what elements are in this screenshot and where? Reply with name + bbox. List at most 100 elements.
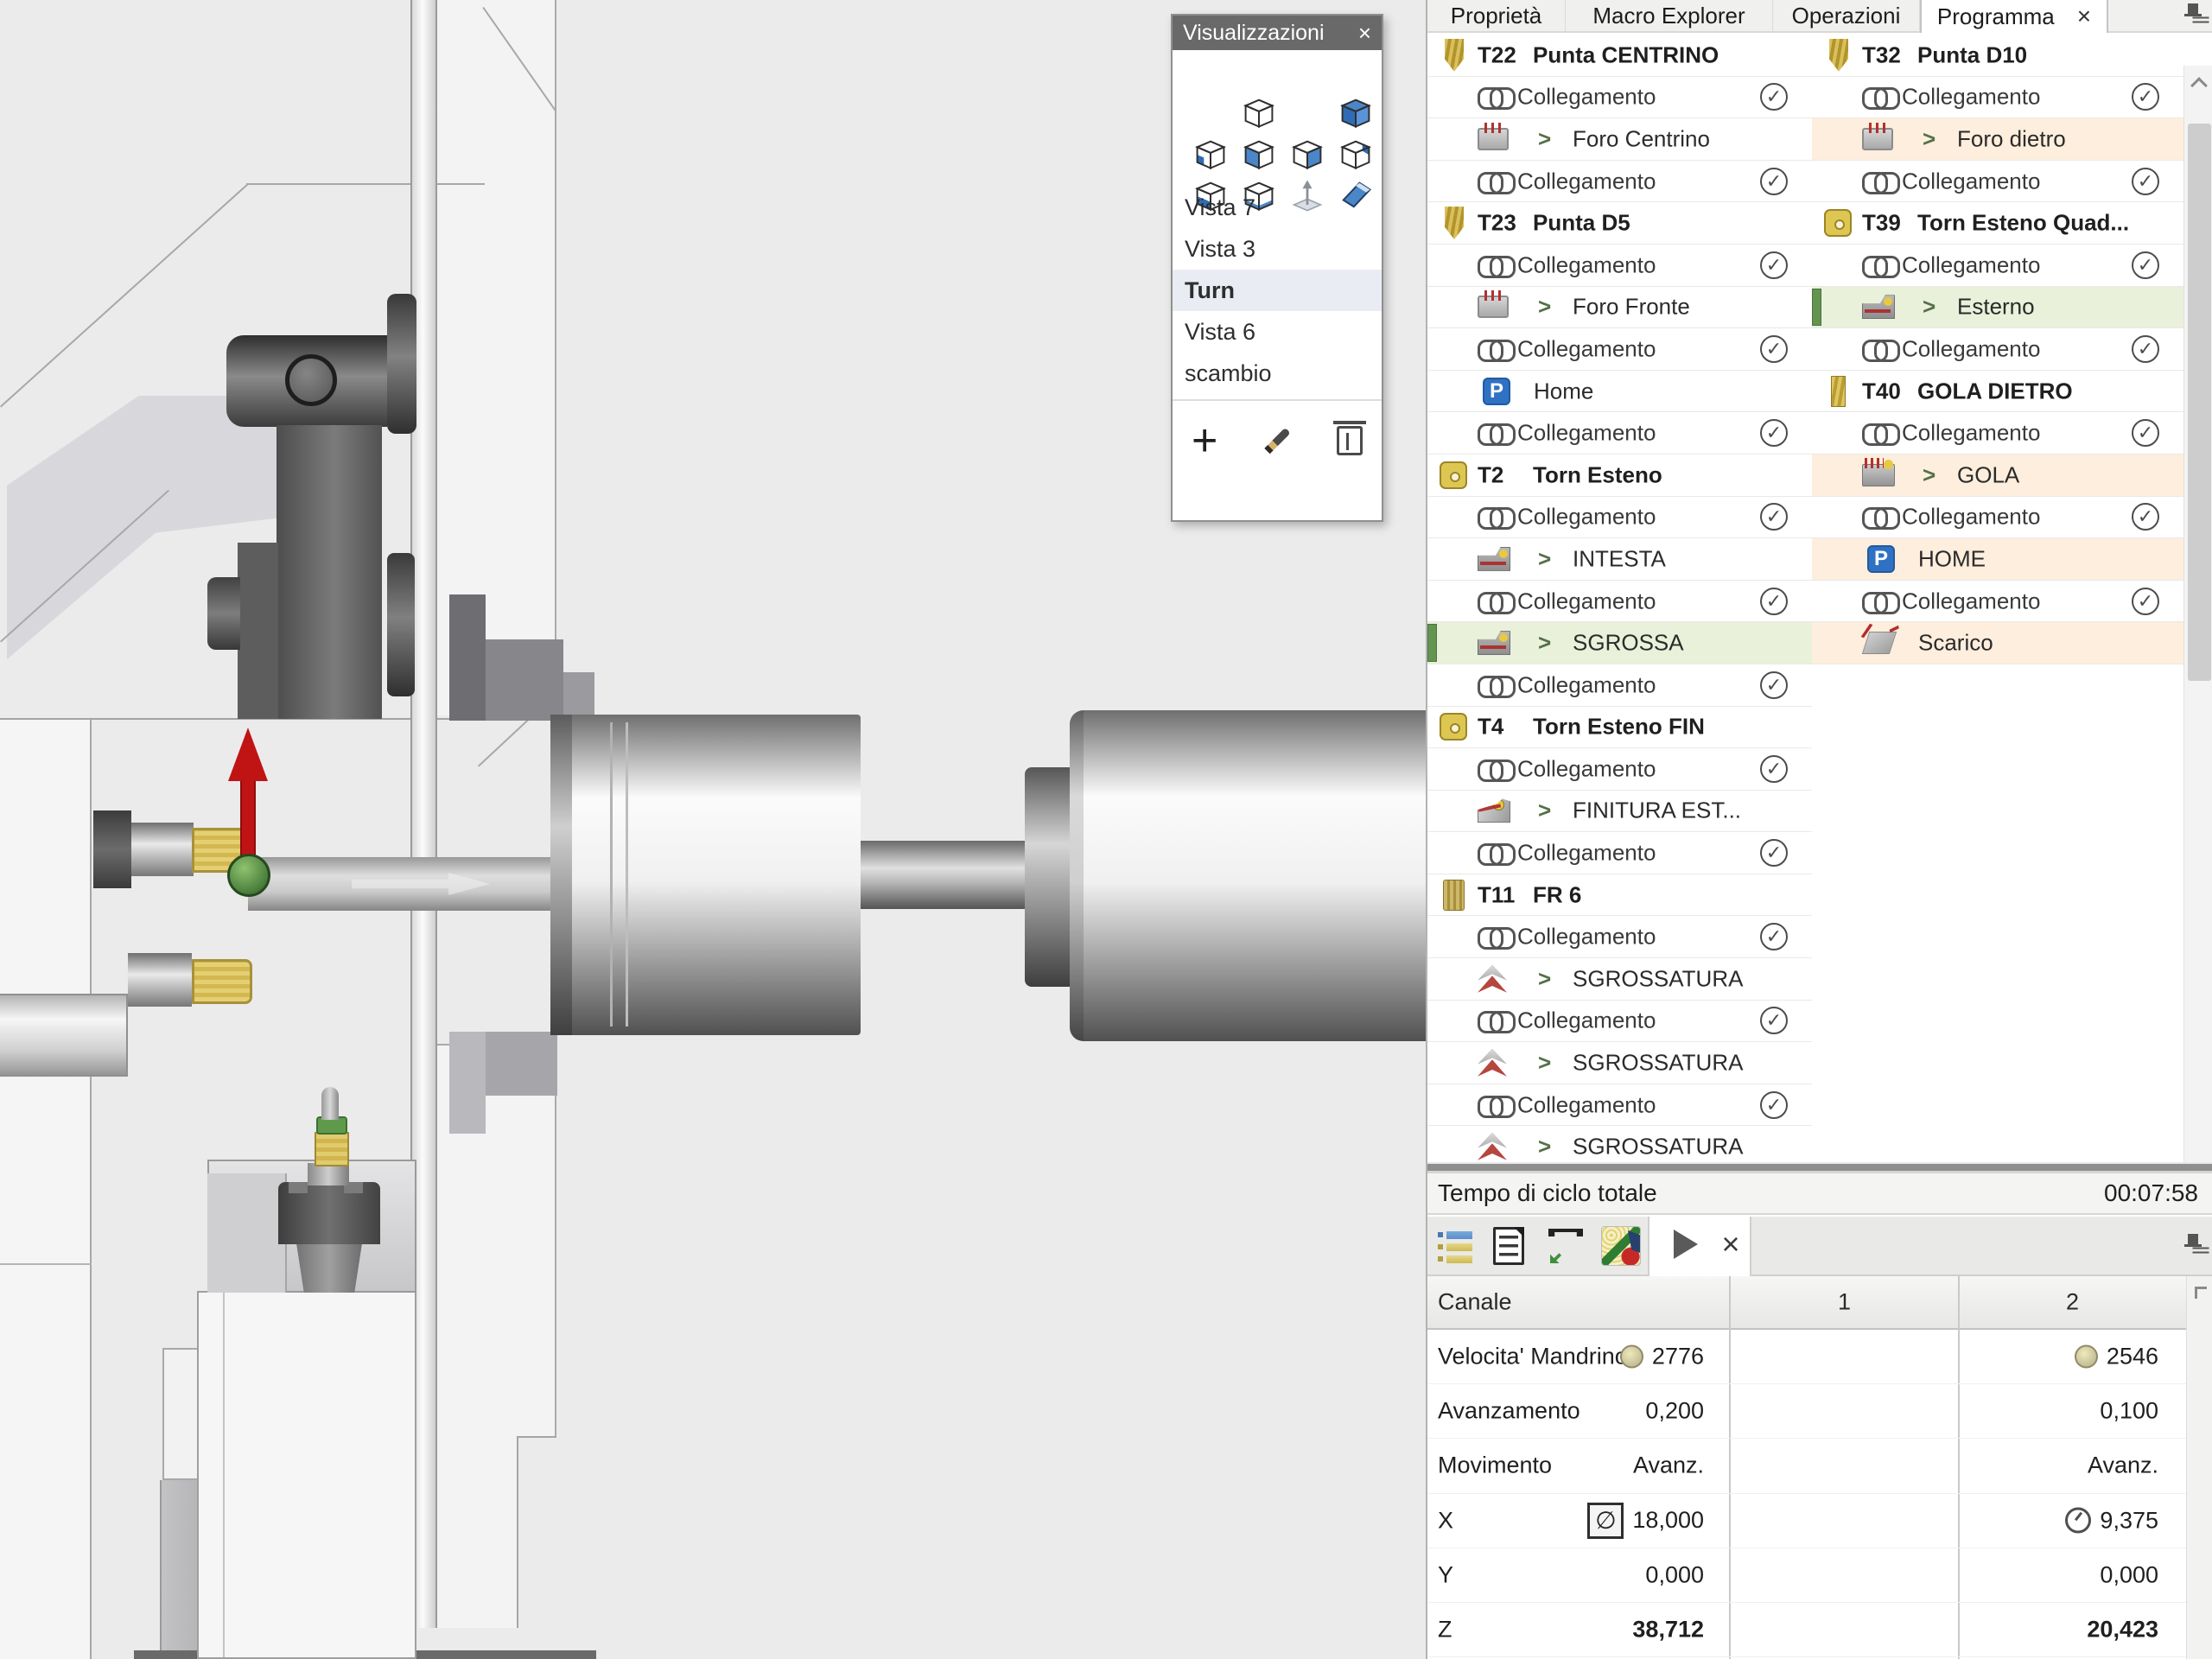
scroll-up-icon[interactable]	[2190, 77, 2208, 94]
chevron-right-icon[interactable]: >	[1538, 798, 1551, 824]
tree-row-home[interactable]: PHome	[1427, 371, 1812, 413]
chevron-right-icon[interactable]: >	[1538, 965, 1551, 992]
tab-macro-explorer[interactable]: Macro Explorer	[1566, 0, 1773, 31]
chevron-right-icon[interactable]: >	[1538, 630, 1551, 657]
checked-circle-icon[interactable]: ✓	[1760, 923, 1788, 950]
checked-circle-icon[interactable]: ✓	[1760, 335, 1788, 363]
checked-circle-icon[interactable]: ✓	[1760, 1091, 1788, 1119]
checked-circle-icon[interactable]: ✓	[2132, 503, 2159, 531]
tree-row-foro-centrino[interactable]: >Foro Centrino	[1427, 118, 1812, 161]
tree-row-collegamento[interactable]: Collegamento✓	[1427, 412, 1812, 454]
scrollbar-thumb[interactable]	[2188, 124, 2211, 681]
chevron-right-icon[interactable]: >	[1923, 125, 1936, 152]
tree-row-collegamento[interactable]: Collegamento✓	[1812, 497, 2183, 539]
tree-row-punta-centrino[interactable]: T22Punta CENTRINO	[1427, 35, 1812, 77]
tree-row-esterno[interactable]: >Esterno	[1812, 287, 2183, 329]
tree-row-collegamento[interactable]: Collegamento✓	[1427, 748, 1812, 791]
tree-row-foro-fronte[interactable]: >Foro Fronte	[1427, 287, 1812, 329]
checked-circle-icon[interactable]: ✓	[1760, 168, 1788, 195]
pin-icon[interactable]	[2184, 3, 2202, 28]
checked-circle-icon[interactable]: ✓	[1760, 251, 1788, 279]
tab-proprietà[interactable]: Proprietà	[1427, 0, 1566, 31]
tree-row-finitura-est-[interactable]: >FINITURA EST...	[1427, 791, 1812, 833]
tree-row-collegamento[interactable]: Collegamento✓	[1812, 245, 2183, 287]
checked-circle-icon[interactable]: ✓	[1760, 671, 1788, 699]
scroll-up-icon[interactable]	[2195, 1287, 2207, 1299]
tab-programma[interactable]: Programma×	[1920, 0, 2108, 35]
tab-close-icon[interactable]: ×	[2077, 3, 2091, 30]
tree-row-collegamento[interactable]: Collegamento✓	[1427, 581, 1812, 623]
tree-row-scarico[interactable]: Scarico	[1812, 622, 2183, 664]
chevron-right-icon[interactable]: >	[1923, 294, 1936, 321]
add-view-button[interactable]: +	[1192, 423, 1217, 458]
report-document-button[interactable]	[1484, 1222, 1533, 1270]
tree-row-home[interactable]: PHOME	[1812, 538, 2183, 581]
checked-circle-icon[interactable]: ✓	[1760, 419, 1788, 447]
chevron-right-icon[interactable]: >	[1538, 1050, 1551, 1077]
cube-face-corner-icon[interactable]	[1337, 135, 1375, 173]
tree-row-foro-dietro[interactable]: >Foro dietro	[1812, 118, 2183, 161]
edit-pencil-icon[interactable]	[1264, 428, 1290, 454]
view-item-vista-3[interactable]: Vista 3	[1173, 228, 1382, 270]
tree-row-collegamento[interactable]: Collegamento✓	[1812, 328, 2183, 371]
tree-row-collegamento[interactable]: Collegamento✓	[1427, 1084, 1812, 1127]
tree-row-collegamento[interactable]: Collegamento✓	[1812, 412, 2183, 454]
chevron-right-icon[interactable]: >	[1538, 1134, 1551, 1160]
tree-row-punta-d5[interactable]: T23Punta D5	[1427, 202, 1812, 245]
cube-face-front-icon[interactable]	[1240, 135, 1278, 173]
tree-row-gola[interactable]: >GOLA	[1812, 454, 2183, 497]
tree-row-collegamento[interactable]: Collegamento✓	[1427, 497, 1812, 539]
cube-solid-icon[interactable]	[1337, 93, 1375, 131]
tree-row-intesta[interactable]: >INTESTA	[1427, 538, 1812, 581]
play-button[interactable]	[1662, 1220, 1710, 1268]
cube-face-left-icon[interactable]	[1192, 135, 1230, 173]
checked-circle-icon[interactable]: ✓	[1760, 1007, 1788, 1034]
tree-row-collegamento[interactable]: Collegamento✓	[1427, 664, 1812, 707]
tab-operazioni[interactable]: Operazioni	[1773, 0, 1920, 31]
view-item-turn[interactable]: Turn	[1173, 270, 1382, 311]
tree-row-collegamento[interactable]: Collegamento✓	[1812, 581, 2183, 623]
view-item-vista-6[interactable]: Vista 6	[1173, 311, 1382, 353]
tree-row-collegamento[interactable]: Collegamento✓	[1427, 832, 1812, 874]
tree-row-torn-esteno-fin[interactable]: T4Torn Esteno FIN	[1427, 707, 1812, 749]
pin-icon[interactable]	[2184, 1234, 2202, 1258]
trash-icon[interactable]	[1337, 426, 1363, 455]
cube-face-right-icon[interactable]	[1288, 135, 1326, 173]
tree-scrollbar[interactable]	[2183, 66, 2212, 1162]
cube-wireframe-icon[interactable]	[1240, 93, 1278, 131]
panel-splitter[interactable]	[1427, 1162, 2212, 1173]
chevron-right-icon[interactable]: >	[1923, 461, 1936, 488]
tree-row-collegamento[interactable]: Collegamento✓	[1427, 161, 1812, 203]
tree-row-fr-6[interactable]: T11FR 6	[1427, 874, 1812, 917]
checked-circle-icon[interactable]: ✓	[2132, 251, 2159, 279]
checked-circle-icon[interactable]: ✓	[2132, 588, 2159, 615]
chevron-right-icon[interactable]: >	[1538, 125, 1551, 152]
checked-circle-icon[interactable]: ✓	[1760, 839, 1788, 867]
tree-row-collegamento[interactable]: Collegamento✓	[1427, 1001, 1812, 1043]
fit-range-button[interactable]	[1541, 1222, 1590, 1270]
chevron-right-icon[interactable]: >	[1538, 294, 1551, 321]
view-item-vista-7[interactable]: Vista 7	[1173, 187, 1382, 228]
simulation-colors-button[interactable]	[1597, 1222, 1645, 1270]
tree-row-sgrossa[interactable]: >SGROSSA	[1427, 622, 1812, 664]
tree-row-collegamento[interactable]: Collegamento✓	[1812, 77, 2183, 119]
tree-row-sgrossatura[interactable]: >SGROSSATURA	[1427, 1126, 1812, 1162]
checked-circle-icon[interactable]: ✓	[1760, 755, 1788, 783]
tree-row-sgrossatura[interactable]: >SGROSSATURA	[1427, 958, 1812, 1001]
tree-row-gola-dietro[interactable]: T40GOLA DIETRO	[1812, 371, 2183, 413]
checked-circle-icon[interactable]: ✓	[2132, 335, 2159, 363]
close-icon[interactable]: ×	[1358, 20, 1371, 47]
checked-circle-icon[interactable]: ✓	[2132, 83, 2159, 111]
checked-circle-icon[interactable]: ✓	[2132, 419, 2159, 447]
chevron-right-icon[interactable]: >	[1538, 545, 1551, 572]
tree-row-collegamento[interactable]: Collegamento✓	[1427, 77, 1812, 119]
tree-row-punta-d10[interactable]: T32Punta D10	[1812, 35, 2183, 77]
tree-row-sgrossatura[interactable]: >SGROSSATURA	[1427, 1042, 1812, 1084]
view-item-scambio[interactable]: scambio	[1173, 353, 1382, 394]
checked-circle-icon[interactable]: ✓	[1760, 83, 1788, 111]
checked-circle-icon[interactable]: ✓	[1760, 588, 1788, 615]
tree-row-collegamento[interactable]: Collegamento✓	[1427, 245, 1812, 287]
views-palette-titlebar[interactable]: Visualizzazioni ×	[1173, 16, 1382, 50]
tree-row-collegamento[interactable]: Collegamento✓	[1427, 916, 1812, 958]
checked-circle-icon[interactable]: ✓	[2132, 168, 2159, 195]
